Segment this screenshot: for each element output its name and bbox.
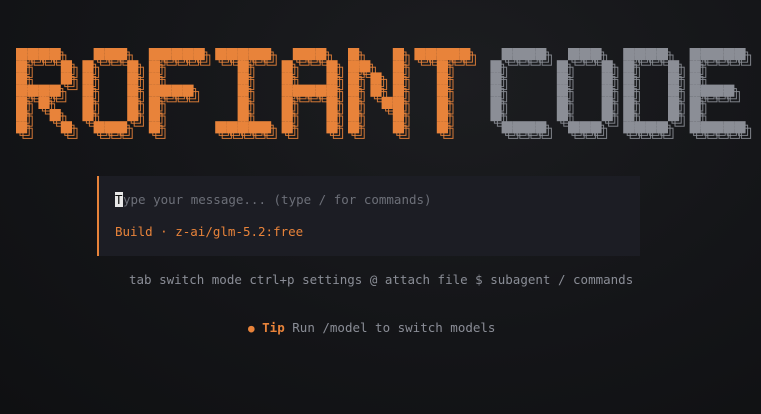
tip-line: ● Tip Run /model to switch models (248, 320, 495, 335)
tip-bullet-icon: ● (248, 322, 255, 335)
logo-letter-c (490, 48, 552, 139)
logo-letter-o (82, 48, 144, 139)
logo-letter-f (148, 48, 211, 139)
text-cursor: T (115, 192, 123, 207)
keyboard-hints: tab switch mode ctrl+p settings @ attach… (129, 272, 634, 287)
logo-letter-r (16, 48, 78, 139)
tip-text: Run /model to switch models (292, 320, 496, 335)
logo-letter-t (414, 48, 476, 139)
message-prompt-box[interactable]: Type your message... (type / for command… (97, 176, 640, 256)
model-name: z-ai/glm-5.2:free (175, 224, 304, 239)
logo-letter-d (623, 48, 685, 139)
logo-letter-o (556, 48, 619, 139)
input-placeholder: ype your message... (type / for commands… (123, 192, 432, 207)
app-logo (16, 48, 752, 139)
model-indicator: Build · z-ai/glm-5.2:free (115, 224, 303, 239)
logo-letter-a (281, 48, 344, 139)
tip-label: Tip (262, 320, 285, 335)
logo-letter-i (215, 48, 277, 139)
logo-letter-e (689, 48, 752, 139)
logo-letter-n (348, 48, 410, 139)
mode-label: Build (115, 224, 153, 239)
message-input[interactable]: Type your message... (type / for command… (115, 192, 432, 207)
mode-separator: · (160, 224, 168, 239)
